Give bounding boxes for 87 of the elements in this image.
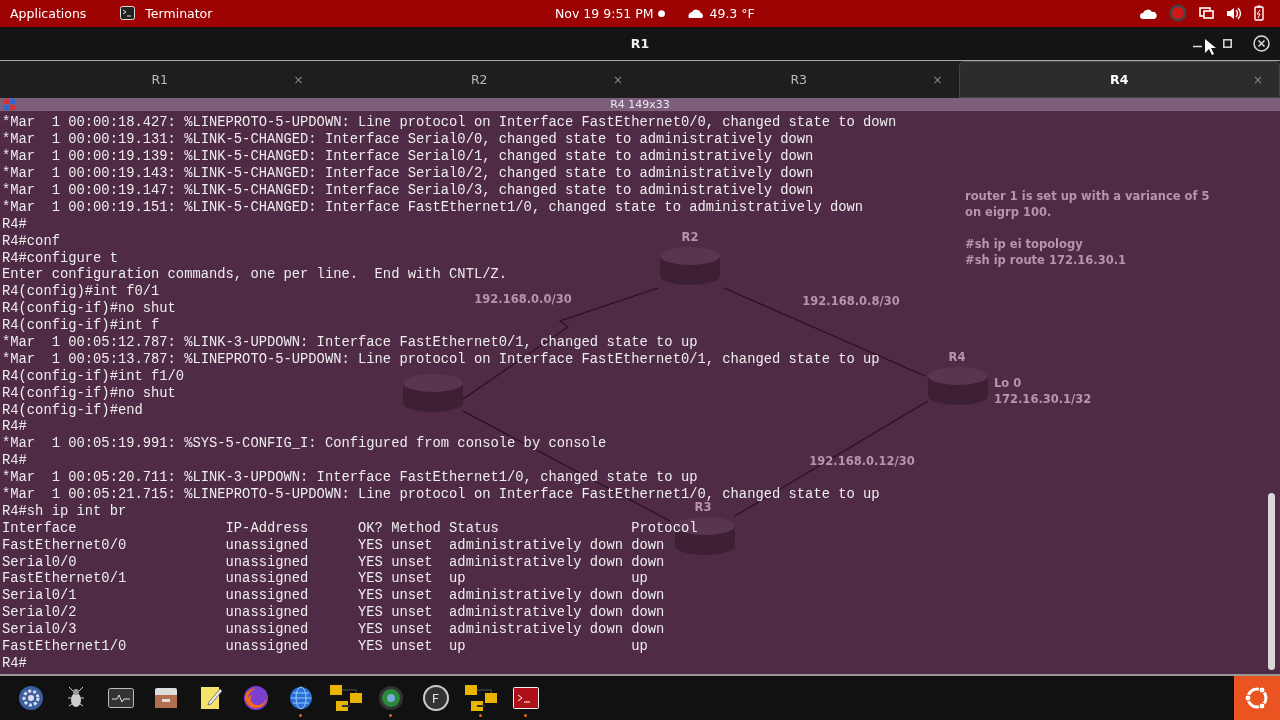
terminal-line: R4(config-if)#int f1/0 bbox=[1, 368, 185, 386]
terminal-line: *Mar 1 00:05:20.711: %LINK-3-UPDOWN: Interface FastEthernet1/0, changed state to up bbox=[1, 470, 698, 487]
terminal-line: *Mar 1 00:00:19.151: %LINK-5-CHANGED: Interface FastEthernet1/0, changed state to administratively down bbox=[1, 199, 864, 217]
close-icon[interactable] bbox=[1253, 34, 1270, 52]
tab[interactable]: R2 × bbox=[319, 60, 639, 99]
terminal-title: R4 149x33 bbox=[610, 98, 670, 112]
router-icon bbox=[660, 247, 720, 286]
terminal-line: Enter configuration commands, one per line. End with CNTL/Z. bbox=[1, 267, 508, 284]
terminal-icon[interactable] bbox=[512, 687, 539, 709]
cursor-icon bbox=[1205, 38, 1216, 56]
terminal-line: R4(config-if)#no shut bbox=[1, 301, 176, 318]
terminal-line: *Mar 1 00:05:21.715: %LINEPROTO-5-UPDOWN: Line protocol on Interface FastEthernet1/0, changed state to up bbox=[1, 487, 880, 502]
display-icon[interactable] bbox=[1199, 6, 1214, 20]
terminal-line: *Mar 1 00:05:12.787: %LINK-3-UPDOWN: Interface FastEthernet0/1, changed state to up bbox=[1, 335, 698, 352]
terminal-line: *Mar 1 00:00:19.131: %LINK-5-CHANGED: Interface Serial0/0, changed state to administratively down bbox=[1, 132, 814, 149]
terminal-line: R4# bbox=[1, 655, 27, 673]
terminal-line: R4# bbox=[1, 453, 27, 470]
bug-icon[interactable] bbox=[66, 686, 85, 710]
terminal-line: R4#configure t bbox=[1, 250, 118, 267]
note-text: #sh ip ei topology bbox=[965, 237, 1083, 252]
applications-menu[interactable]: Applications bbox=[10, 5, 87, 21]
tab-close-button[interactable]: × bbox=[932, 72, 943, 87]
terminal-line: *Mar 1 00:05:19.991: %SYS-5-CONFIG_I: Configured from console by console bbox=[1, 436, 607, 454]
tab-close-button[interactable]: × bbox=[1252, 72, 1263, 87]
terminal-line: FastEthernet1/0 unassigned YES unset up up bbox=[1, 639, 648, 656]
terminal-line: R4(config)#int f0/1 bbox=[1, 284, 160, 301]
volume-icon[interactable] bbox=[1226, 6, 1242, 20]
router-label: R3 bbox=[694, 500, 712, 515]
subnet-label: 192.168.0.12/30 bbox=[809, 454, 915, 469]
sphere-icon[interactable] bbox=[377, 685, 404, 711]
router-label: R4 bbox=[948, 350, 966, 365]
battery-icon[interactable] bbox=[1254, 5, 1264, 22]
tab[interactable]: R4 × bbox=[958, 60, 1280, 99]
network-icon[interactable] bbox=[464, 685, 497, 711]
terminal-line: *Mar 1 00:00:19.139: %LINK-5-CHANGED: Interface Serial0/1, changed state to administratively down bbox=[1, 149, 814, 166]
terminal-line: *Mar 1 00:00:19.143: %LINK-5-CHANGED: Interface Serial0/2, changed state to administratively down bbox=[1, 166, 814, 183]
note-text: on eigrp 100. bbox=[965, 205, 1052, 220]
network-icon[interactable] bbox=[329, 685, 362, 711]
terminal-line: R4#conf bbox=[1, 233, 60, 251]
terminal-line: Serial0/0 unassigned YES unset administratively down down bbox=[1, 554, 665, 571]
router-label: R2 bbox=[681, 230, 699, 245]
recording-dot: ● bbox=[657, 8, 666, 19]
terminal-line: Interface IP-Address OK? Method Status Protocol bbox=[1, 520, 698, 538]
note-text: #sh ip route 172.16.30.1 bbox=[965, 253, 1127, 268]
fox-icon[interactable] bbox=[242, 685, 269, 711]
subnet-label: 192.168.0.0/30 bbox=[474, 292, 572, 307]
terminal-line: R4# bbox=[1, 216, 27, 234]
scrollbar-thumb[interactable] bbox=[1268, 493, 1275, 670]
maximize-icon[interactable] bbox=[1223, 38, 1232, 48]
tab[interactable]: R1 × bbox=[0, 60, 320, 99]
notepad-icon[interactable] bbox=[199, 686, 222, 710]
terminal-line: FastEthernet0/0 unassigned YES unset administratively down down bbox=[1, 537, 665, 555]
note-text: router 1 is set up with a variance of 5 bbox=[965, 189, 1210, 204]
tab-close-button[interactable]: × bbox=[293, 72, 304, 87]
window-title: R1 bbox=[630, 35, 650, 51]
terminal-line: R4(config-if)#no shut bbox=[1, 385, 176, 403]
clock[interactable]: Nov 19 9:51 PM bbox=[555, 5, 654, 21]
weather-icon bbox=[687, 7, 706, 20]
terminal-line: Serial0/2 unassigned YES unset administratively down down bbox=[1, 605, 665, 622]
terminal-line: R4#sh ip int br bbox=[1, 503, 127, 521]
subnet-label: 192.168.0.8/30 bbox=[802, 294, 900, 309]
tab-close-button[interactable]: × bbox=[612, 72, 623, 87]
app-name[interactable]: Terminator bbox=[145, 5, 213, 21]
loopback-label: Lo 0 bbox=[994, 376, 1022, 391]
globe-icon[interactable] bbox=[287, 685, 314, 711]
terminal-line: *Mar 1 00:00:19.147: %LINK-5-CHANGED: Interface Serial0/3, changed state to administratively down bbox=[1, 182, 814, 200]
terminal-icon bbox=[120, 6, 136, 21]
grid-icon bbox=[4, 99, 16, 111]
cloud-icon[interactable] bbox=[1140, 7, 1157, 19]
terminal-line: R4# bbox=[1, 419, 27, 436]
terminal-line: FastEthernet0/1 unassigned YES unset up up bbox=[1, 571, 648, 588]
terminal-line: R4(config-if)#int f bbox=[1, 318, 160, 335]
terminal-line: Serial0/1 unassigned YES unset administratively down down bbox=[1, 588, 665, 605]
router-icon bbox=[928, 367, 988, 406]
terminal-line: *Mar 1 00:00:18.427: %LINEPROTO-5-UPDOWN: Line protocol on Interface FastEthernet0/0, changed state to down bbox=[1, 115, 897, 132]
show-apps-button[interactable] bbox=[1234, 676, 1280, 720]
drawer-icon[interactable] bbox=[153, 687, 178, 709]
router-icon bbox=[403, 374, 463, 413]
terminal-line: *Mar 1 00:05:13.787: %LINEPROTO-5-UPDOWN: Line protocol on Interface FastEthernet0/1, changed state to up bbox=[1, 351, 880, 369]
terminal-line: Serial0/3 unassigned YES unset administratively down down bbox=[1, 622, 665, 639]
terminal-line: R4(config-if)#end bbox=[1, 402, 143, 420]
gear-icon[interactable] bbox=[17, 685, 44, 711]
monitor-icon[interactable] bbox=[107, 688, 134, 708]
loopback-label: 172.16.30.1/32 bbox=[994, 392, 1092, 407]
temperature[interactable]: 49.3 °F bbox=[709, 5, 755, 21]
letter-app-icon[interactable]: F bbox=[422, 685, 449, 711]
tab[interactable]: R3 × bbox=[639, 60, 959, 99]
